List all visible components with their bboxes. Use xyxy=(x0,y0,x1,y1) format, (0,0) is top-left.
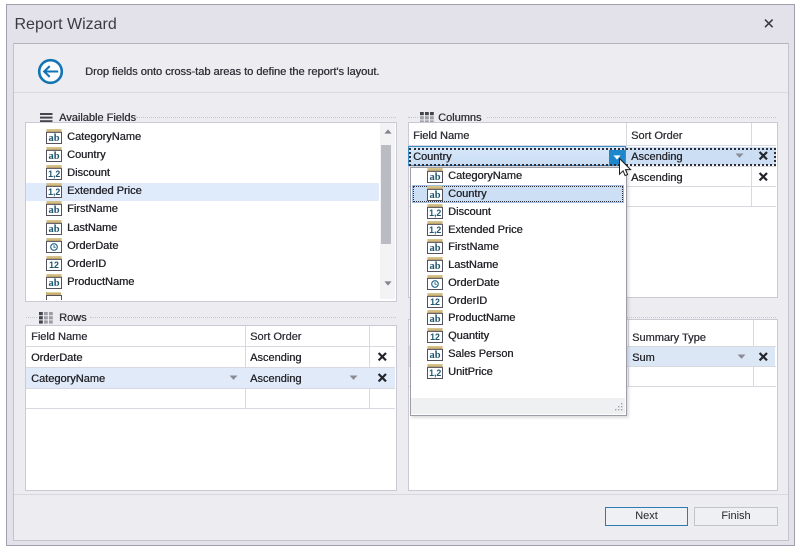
svg-text:ab: ab xyxy=(429,190,440,201)
svg-text:1,2: 1,2 xyxy=(429,368,441,378)
svg-text:ab: ab xyxy=(429,243,440,254)
svg-text:1,2: 1,2 xyxy=(48,187,60,197)
svg-text:ab: ab xyxy=(48,206,59,217)
svg-text:ab: ab xyxy=(48,278,59,289)
svg-text:ab: ab xyxy=(429,350,440,361)
svg-text:ab: ab xyxy=(48,224,59,235)
svg-text:1,2: 1,2 xyxy=(48,169,60,179)
svg-text:1,2: 1,2 xyxy=(429,225,441,235)
svg-text:ab: ab xyxy=(48,133,59,144)
svg-text:12: 12 xyxy=(430,332,440,342)
svg-text:12: 12 xyxy=(430,297,440,307)
svg-text:ab: ab xyxy=(48,151,59,162)
svg-text:12: 12 xyxy=(49,260,59,270)
svg-text:ab: ab xyxy=(429,172,440,183)
svg-text:ab: ab xyxy=(429,261,440,272)
svg-text:1,2: 1,2 xyxy=(429,208,441,218)
svg-text:ab: ab xyxy=(429,314,440,325)
